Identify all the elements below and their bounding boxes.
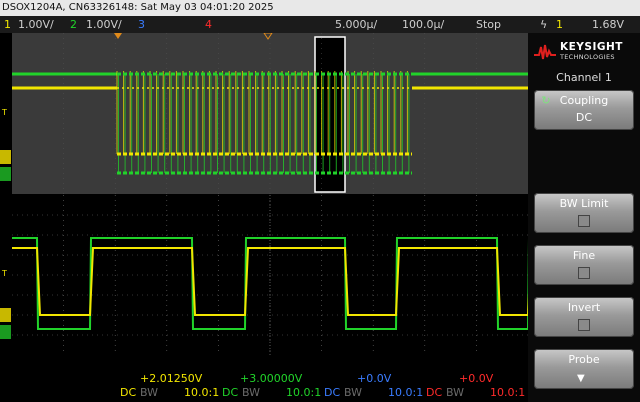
ch2-probe: 10.0:1 [286, 386, 322, 399]
menu-title: Channel 1 [556, 71, 612, 84]
trigger-edge-icon: ϟ [540, 18, 548, 31]
coupling-softkey[interactable]: ↻ Coupling DC [534, 90, 634, 130]
ch2-scale[interactable]: 1.00V/ [86, 16, 122, 33]
invert-label: Invert [567, 301, 601, 314]
brand-name: KEYSIGHT [560, 41, 623, 53]
ch4-probe: 10.0:1 [490, 386, 526, 399]
submenu-arrow-icon: ▼ [577, 373, 585, 384]
ch4-number[interactable]: 4 [205, 16, 212, 33]
trigger-level-marker: T [1, 108, 7, 117]
ch3-coupling: DC [324, 386, 341, 399]
probe-label: Probe [568, 353, 600, 366]
ch1-coupling: DC [120, 386, 137, 399]
timebase-scale[interactable]: 5.000µ/ [335, 16, 377, 33]
waveform-display[interactable] [12, 33, 528, 355]
ch4-offset[interactable]: +0.0V [459, 372, 493, 385]
coupling-label: Coupling [559, 94, 609, 107]
keysight-wave-icon [534, 44, 556, 60]
ch2-bw: BW [242, 386, 261, 399]
ch1-ground-marker-upper[interactable] [0, 150, 11, 164]
trigger-level[interactable]: 1.68V [592, 16, 624, 33]
bw-limit-label: BW Limit [559, 197, 609, 210]
trigger-channel: 1 [556, 18, 563, 31]
channel-markers-strip: T T [0, 33, 12, 355]
bw-limit-softkey[interactable]: BW Limit [534, 193, 634, 233]
ch3-probe: 10.0:1 [388, 386, 424, 399]
ch4-coupling: DC [426, 386, 443, 399]
horizontal-delay[interactable]: 100.0µ/ [402, 16, 444, 33]
ch3-number[interactable]: 3 [138, 16, 145, 33]
checkbox-icon [578, 319, 590, 331]
coupling-value: DC [575, 111, 593, 124]
ch1-probe: 10.0:1 [184, 386, 220, 399]
brand-sub: TECHNOLOGIES [560, 53, 615, 61]
ch1-bw: BW [140, 386, 159, 399]
ch3-offset[interactable]: +0.0V [357, 372, 391, 385]
ch3-bw: BW [344, 386, 363, 399]
waveform-canvas [12, 33, 528, 355]
channel-info-bar: +2.01250V DC BW 10.0:1 +3.00000V DC BW 1… [0, 370, 528, 402]
invert-softkey[interactable]: Invert [534, 297, 634, 337]
run-state[interactable]: Stop [476, 16, 501, 33]
window-title: DSOX1204A, CN63326148: Sat May 03 04:01:… [0, 0, 640, 16]
ch1-offset[interactable]: +2.01250V [140, 372, 202, 385]
softkey-panel: KEYSIGHT TECHNOLOGIES Channel 1 ↻ Coupli… [528, 33, 640, 402]
probe-softkey[interactable]: Probe ▼ [534, 349, 634, 389]
ch2-ground-marker-lower[interactable] [0, 325, 11, 339]
fine-label: Fine [572, 249, 596, 262]
keysight-logo: KEYSIGHT TECHNOLOGIES [534, 41, 634, 63]
ch1-ground-marker-lower[interactable] [0, 308, 11, 322]
ch2-ground-marker-upper[interactable] [0, 167, 11, 181]
ch2-number[interactable]: 2 [70, 16, 77, 33]
checkbox-icon [578, 215, 590, 227]
fine-softkey[interactable]: Fine [534, 245, 634, 285]
ch1-number[interactable]: 1 [4, 16, 11, 33]
status-bar: 1 1.00V/ 2 1.00V/ 3 4 5.000µ/ 100.0µ/ St… [0, 16, 640, 33]
ch4-bw: BW [446, 386, 465, 399]
checkbox-icon [578, 267, 590, 279]
ch2-coupling: DC [222, 386, 239, 399]
ch2-offset[interactable]: +3.00000V [240, 372, 302, 385]
ch1-scale[interactable]: 1.00V/ [18, 16, 54, 33]
trigger-level-marker-zoom: T [1, 269, 7, 278]
